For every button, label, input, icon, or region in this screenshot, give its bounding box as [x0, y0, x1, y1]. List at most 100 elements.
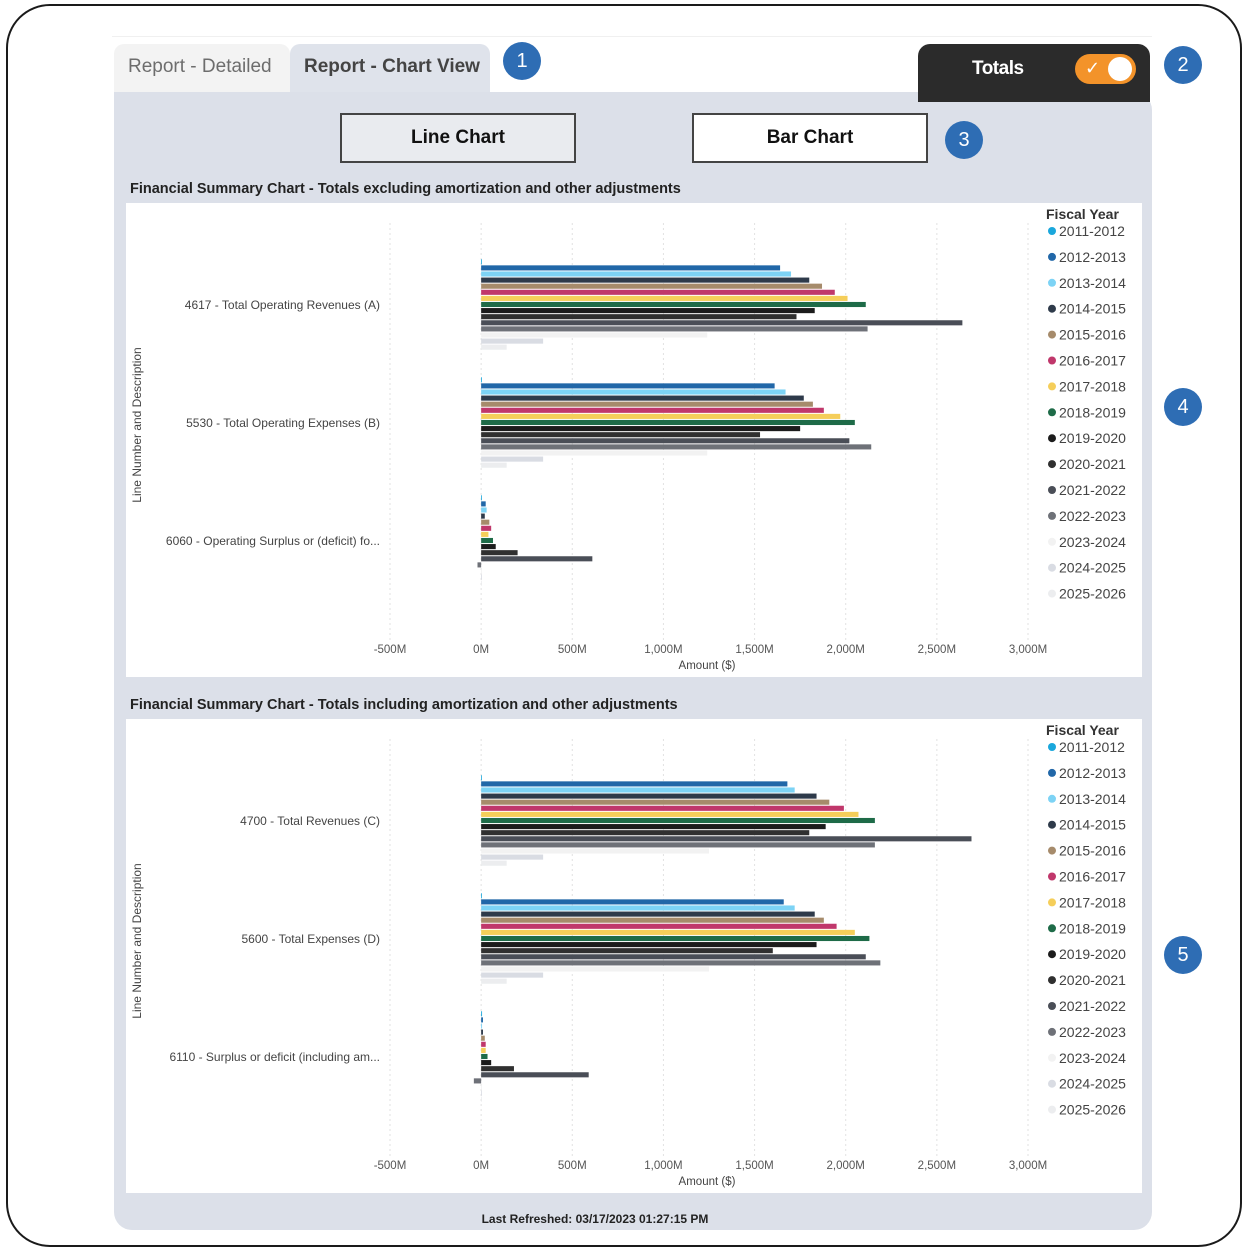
- bar-2013-2014[interactable]: [481, 905, 795, 911]
- legend-item[interactable]: 2024-2025: [1059, 1076, 1126, 1092]
- bar-2011-2012[interactable]: [481, 259, 482, 265]
- legend-item[interactable]: 2023-2024: [1059, 1050, 1126, 1066]
- bar-2016-2017[interactable]: [481, 407, 824, 413]
- bar-2021-2022[interactable]: [481, 1072, 589, 1078]
- legend-item[interactable]: 2014-2015: [1059, 301, 1126, 317]
- legend-item[interactable]: 2011-2012: [1059, 739, 1125, 755]
- bar-2019-2020[interactable]: [481, 1060, 492, 1066]
- bar-2025-2026[interactable]: [481, 580, 482, 586]
- bar-2018-2019[interactable]: [481, 537, 493, 544]
- bar-2012-2013[interactable]: [481, 383, 775, 389]
- bar-2018-2019[interactable]: [481, 935, 870, 942]
- bar-2017-2018[interactable]: [481, 413, 841, 419]
- bar-2020-2021[interactable]: [481, 314, 797, 320]
- bar-2012-2013[interactable]: [481, 501, 486, 507]
- bar-2025-2026[interactable]: [481, 978, 507, 984]
- bar-2017-2018[interactable]: [481, 531, 489, 537]
- legend-item[interactable]: 2020-2021: [1059, 456, 1126, 472]
- bar-2013-2014[interactable]: [481, 787, 795, 793]
- legend-item[interactable]: 2025-2026: [1059, 586, 1126, 602]
- bar-2025-2026[interactable]: [481, 1096, 482, 1102]
- bar-2015-2016[interactable]: [481, 401, 813, 407]
- bar-2022-2023[interactable]: [481, 842, 875, 848]
- legend-item[interactable]: 2011-2012: [1059, 223, 1125, 239]
- bar-2022-2023[interactable]: [477, 562, 482, 568]
- bar-2021-2022[interactable]: [481, 320, 963, 326]
- bar-2017-2018[interactable]: [481, 929, 855, 935]
- bar-2023-2024[interactable]: [481, 568, 482, 574]
- bar-2016-2017[interactable]: [481, 525, 492, 531]
- bar-2015-2016[interactable]: [481, 283, 823, 289]
- bar-2012-2013[interactable]: [481, 265, 781, 271]
- legend-item[interactable]: 2015-2016: [1059, 327, 1126, 343]
- bar-2020-2021[interactable]: [481, 948, 773, 954]
- bar-2015-2016[interactable]: [481, 799, 830, 805]
- bar-2013-2014[interactable]: [481, 389, 786, 395]
- legend-item[interactable]: 2012-2013: [1059, 765, 1126, 781]
- bar-2013-2014[interactable]: [481, 507, 487, 513]
- bar-2014-2015[interactable]: [481, 513, 485, 519]
- legend-item[interactable]: 2016-2017: [1059, 869, 1126, 885]
- bar-2012-2013[interactable]: [481, 781, 788, 787]
- bar-2020-2021[interactable]: [481, 830, 810, 836]
- bar-2022-2023[interactable]: [481, 960, 881, 966]
- bar-2016-2017[interactable]: [481, 923, 837, 929]
- bar-2023-2024[interactable]: [481, 966, 709, 972]
- bar-2024-2025[interactable]: [481, 338, 544, 344]
- bar-2023-2024[interactable]: [481, 848, 709, 854]
- bar-2020-2021[interactable]: [481, 550, 518, 556]
- bar-2017-2018[interactable]: [481, 1047, 486, 1053]
- bar-2011-2012[interactable]: [481, 377, 482, 383]
- bar-2014-2015[interactable]: [481, 277, 810, 283]
- legend-item[interactable]: 2024-2025: [1059, 560, 1126, 576]
- bar-2019-2020[interactable]: [481, 942, 817, 948]
- bar-2015-2016[interactable]: [481, 1035, 485, 1041]
- bar-2018-2019[interactable]: [481, 419, 855, 426]
- bar-2025-2026[interactable]: [481, 860, 507, 866]
- tab-report-chart-view[interactable]: Report - Chart View: [290, 44, 490, 94]
- bar-2019-2020[interactable]: [481, 308, 815, 314]
- bar-2017-2018[interactable]: [481, 295, 848, 301]
- line-chart-button[interactable]: Line Chart: [340, 113, 576, 163]
- bar-2021-2022[interactable]: [481, 438, 850, 444]
- bar-2012-2013[interactable]: [481, 899, 784, 905]
- tab-report-detailed[interactable]: Report - Detailed: [114, 44, 290, 94]
- bar-2021-2022[interactable]: [481, 954, 866, 960]
- bar-2018-2019[interactable]: [481, 817, 875, 824]
- legend-item[interactable]: 2017-2018: [1059, 378, 1126, 394]
- bar-2025-2026[interactable]: [481, 344, 507, 350]
- legend-item[interactable]: 2023-2024: [1059, 534, 1126, 550]
- bar-2011-2012[interactable]: [481, 775, 482, 781]
- bar-2021-2022[interactable]: [481, 556, 593, 562]
- legend-item[interactable]: 2016-2017: [1059, 353, 1126, 369]
- bar-2019-2020[interactable]: [481, 426, 801, 432]
- legend-item[interactable]: 2014-2015: [1059, 817, 1126, 833]
- bar-2021-2022[interactable]: [481, 836, 972, 842]
- legend-item[interactable]: 2013-2014: [1059, 791, 1126, 807]
- bar-2011-2012[interactable]: [481, 1011, 483, 1017]
- legend-item[interactable]: 2018-2019: [1059, 404, 1126, 420]
- legend-item[interactable]: 2025-2026: [1059, 1102, 1126, 1118]
- bar-2023-2024[interactable]: [481, 1084, 482, 1090]
- legend-item[interactable]: 2017-2018: [1059, 894, 1126, 910]
- bar-2016-2017[interactable]: [481, 1041, 486, 1047]
- bar-2024-2025[interactable]: [481, 854, 544, 860]
- bar-2023-2024[interactable]: [481, 450, 708, 456]
- legend-item[interactable]: 2022-2023: [1059, 1024, 1126, 1040]
- bar-2022-2023[interactable]: [481, 326, 868, 332]
- legend-item[interactable]: 2019-2020: [1059, 430, 1126, 446]
- bar-2024-2025[interactable]: [481, 574, 482, 580]
- bar-2025-2026[interactable]: [481, 462, 507, 468]
- bar-chart-button[interactable]: Bar Chart: [692, 113, 928, 163]
- bar-2015-2016[interactable]: [481, 917, 824, 923]
- legend-item[interactable]: 2012-2013: [1059, 249, 1126, 265]
- legend-item[interactable]: 2022-2023: [1059, 508, 1126, 524]
- bar-2020-2021[interactable]: [481, 1066, 514, 1072]
- bar-2020-2021[interactable]: [481, 432, 761, 438]
- bar-2018-2019[interactable]: [481, 1053, 488, 1060]
- bar-2011-2012[interactable]: [481, 495, 482, 501]
- totals-toggle[interactable]: ✓: [1075, 54, 1136, 84]
- legend-item[interactable]: 2021-2022: [1059, 482, 1126, 498]
- bar-2015-2016[interactable]: [481, 519, 490, 525]
- bar-2016-2017[interactable]: [481, 289, 835, 295]
